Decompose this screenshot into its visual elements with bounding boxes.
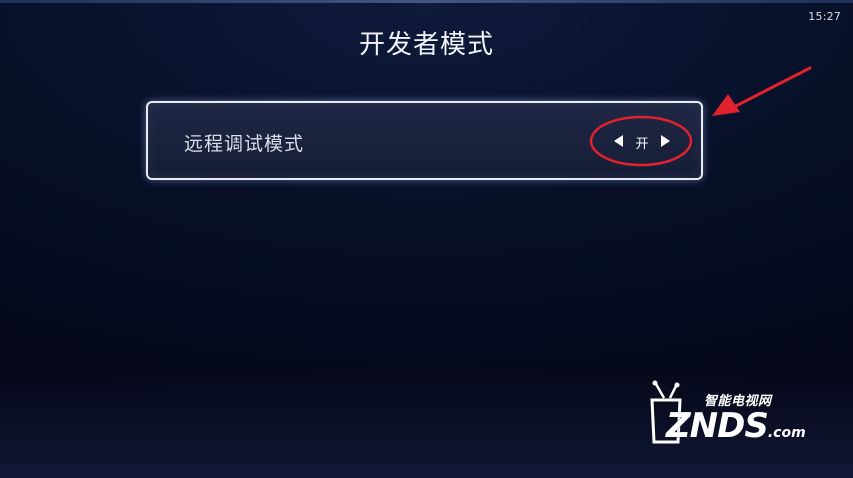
tv-screen: 15:27 开发者模式 远程调试模式 开 智能电视网 ZNDS.com: [0, 0, 853, 478]
status-clock: 15:27: [808, 10, 841, 23]
watermark-brand-text: ZNDS: [666, 406, 769, 446]
top-glow-line: [0, 0, 853, 3]
annotation-circle: [589, 115, 693, 167]
znds-watermark: 智能电视网 ZNDS.com: [640, 376, 820, 456]
annotation-arrow-icon: [712, 66, 812, 116]
watermark-brand: ZNDS.com: [666, 406, 806, 446]
page-title: 开发者模式: [358, 30, 494, 60]
setting-label: 远程调试模式: [184, 133, 305, 155]
watermark-suffix: .com: [767, 425, 806, 441]
